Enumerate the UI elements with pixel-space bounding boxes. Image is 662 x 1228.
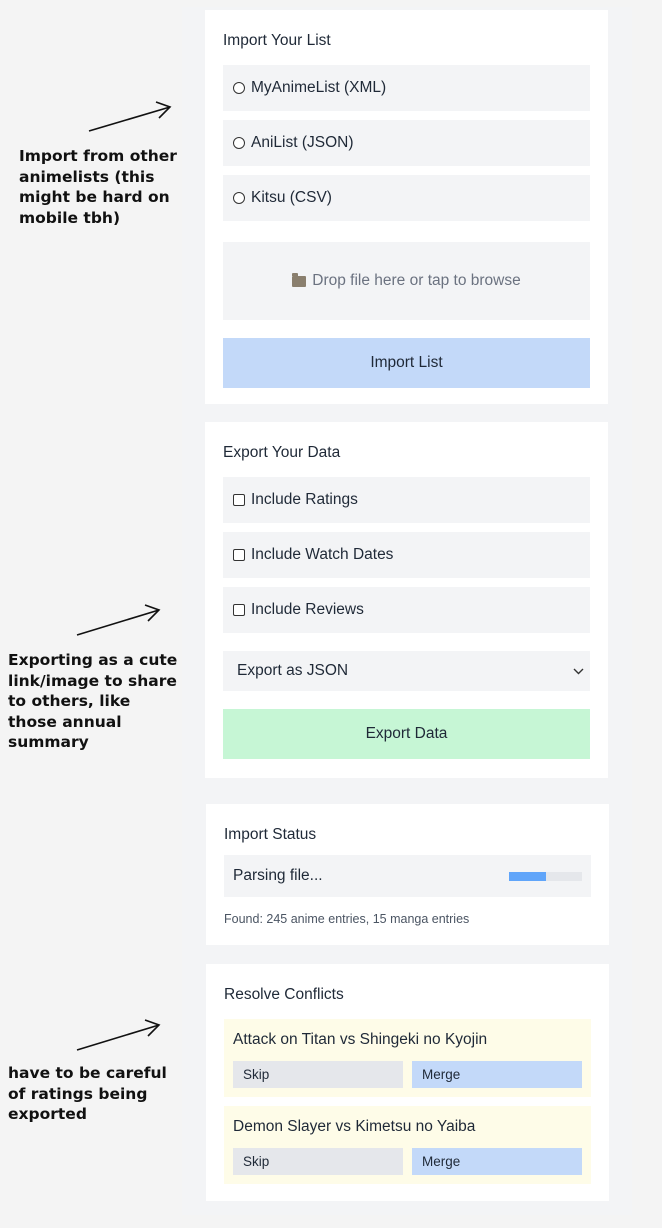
conflict-item: Demon Slayer vs Kimetsu no Yaiba Skip Me… bbox=[224, 1106, 591, 1184]
import-arrow-icon bbox=[88, 101, 172, 132]
checkbox-icon[interactable] bbox=[233, 549, 245, 561]
found-entries-text: Found: 245 anime entries, 15 manga entri… bbox=[224, 912, 470, 926]
chevron-down-icon bbox=[573, 668, 584, 675]
import-card: Import Your List MyAnimeList (XML) AniLi… bbox=[205, 10, 608, 404]
include-reviews-checkbox[interactable]: Include Reviews bbox=[223, 587, 590, 633]
include-watch-dates-checkbox[interactable]: Include Watch Dates bbox=[223, 532, 590, 578]
skip-button[interactable]: Skip bbox=[233, 1148, 403, 1175]
checkbox-label: Include Watch Dates bbox=[251, 546, 394, 563]
option-label: AniList (JSON) bbox=[251, 134, 354, 151]
ratings-annotation: have to be careful of ratings being expo… bbox=[8, 1064, 167, 1123]
status-text: Parsing file... bbox=[233, 867, 323, 884]
conflict-item: Attack on Titan vs Shingeki no Kyojin Sk… bbox=[224, 1019, 591, 1097]
folder-icon bbox=[292, 272, 307, 287]
ratings-arrow-icon bbox=[76, 1019, 161, 1051]
export-title: Export Your Data bbox=[223, 444, 341, 461]
import-status-title: Import Status bbox=[224, 826, 317, 843]
status-row: Parsing file... bbox=[224, 855, 591, 897]
radio-icon[interactable] bbox=[233, 137, 245, 149]
export-annotation: Exporting as a cute link/image to share … bbox=[8, 651, 178, 751]
import-title: Import Your List bbox=[223, 32, 331, 49]
merge-button[interactable]: Merge bbox=[412, 1061, 582, 1088]
conflicts-title: Resolve Conflicts bbox=[224, 986, 344, 1003]
radio-icon[interactable] bbox=[233, 192, 245, 204]
skip-button[interactable]: Skip bbox=[233, 1061, 403, 1088]
import-list-button[interactable]: Import List bbox=[223, 338, 590, 388]
conflict-title: Attack on Titan vs Shingeki no Kyojin bbox=[233, 1031, 488, 1048]
progress-bar-fill bbox=[509, 871, 546, 881]
export-data-button[interactable]: Export Data bbox=[223, 709, 590, 759]
conflicts-card: Resolve Conflicts Attack on Titan vs Shi… bbox=[206, 964, 609, 1201]
file-dropzone[interactable]: Drop file here or tap to browse bbox=[223, 242, 590, 320]
dropzone-text: Drop file here or tap to browse bbox=[312, 272, 521, 289]
checkbox-label: Include Ratings bbox=[251, 491, 358, 508]
mobile-screen: Import Your List MyAnimeList (XML) AniLi… bbox=[182, 7, 632, 1215]
radio-icon[interactable] bbox=[233, 82, 245, 94]
select-value: Export as JSON bbox=[237, 662, 349, 679]
import-annotation: Import from other animelists (this might… bbox=[19, 147, 177, 227]
option-label: MyAnimeList (XML) bbox=[251, 79, 387, 96]
export-arrow-icon bbox=[76, 604, 161, 636]
export-format-select[interactable]: Export as JSON bbox=[223, 651, 590, 691]
import-status-card: Import Status Parsing file... Found: 245… bbox=[206, 804, 609, 945]
checkbox-icon[interactable] bbox=[233, 494, 245, 506]
checkbox-label: Include Reviews bbox=[251, 601, 364, 618]
option-label: Kitsu (CSV) bbox=[251, 189, 332, 206]
progress-bar bbox=[509, 871, 582, 881]
include-ratings-checkbox[interactable]: Include Ratings bbox=[223, 477, 590, 523]
import-option-anilist[interactable]: AniList (JSON) bbox=[223, 120, 590, 166]
checkbox-icon[interactable] bbox=[233, 604, 245, 616]
import-option-myanimelist[interactable]: MyAnimeList (XML) bbox=[223, 65, 590, 111]
export-card: Export Your Data Include Ratings Include… bbox=[205, 422, 608, 778]
import-option-kitsu[interactable]: Kitsu (CSV) bbox=[223, 175, 590, 221]
merge-button[interactable]: Merge bbox=[412, 1148, 582, 1175]
conflict-title: Demon Slayer vs Kimetsu no Yaiba bbox=[233, 1118, 476, 1135]
